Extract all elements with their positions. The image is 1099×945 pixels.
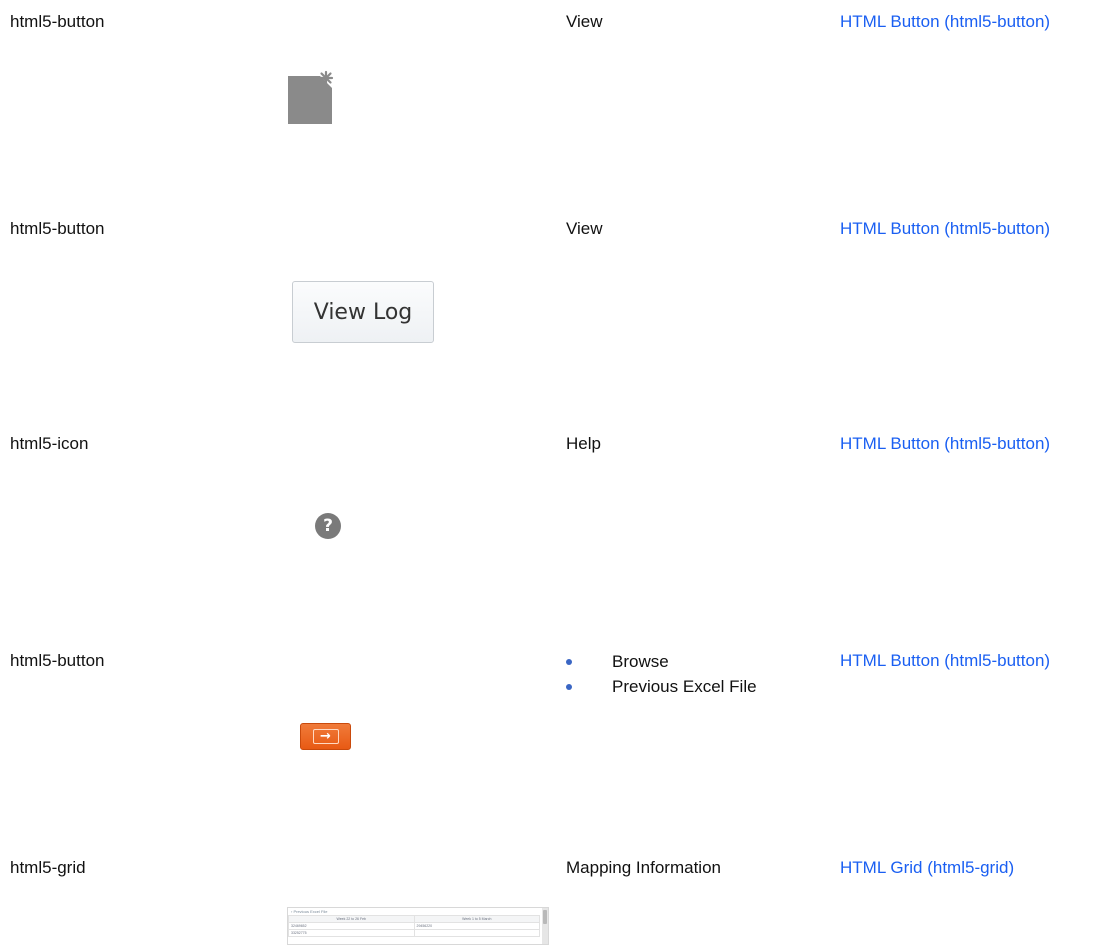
grid-header-row: Week 22 to 26 Feb Week 1 to 5 March xyxy=(288,915,540,923)
component-type: html5-icon xyxy=(10,434,89,453)
component-doc-link[interactable]: HTML Button (html5-button) xyxy=(840,651,1090,671)
component-type: html5-button xyxy=(10,651,105,670)
component-doc-link[interactable]: HTML Button (html5-button) xyxy=(840,219,1090,239)
grid-title: › Previous Excel File xyxy=(291,909,328,914)
list-item-label: Previous Excel File xyxy=(612,677,757,696)
component-doc-link[interactable]: HTML Button (html5-button) xyxy=(840,12,1090,32)
component-type: html5-button xyxy=(10,219,105,238)
grid-cell: 29456220 xyxy=(413,922,540,930)
component-type: html5-grid xyxy=(10,858,86,877)
component-caption: View xyxy=(566,219,603,238)
caption-list: Browse Previous Excel File xyxy=(566,649,757,699)
grid-cell: 32469652 xyxy=(288,922,415,930)
view-log-button[interactable]: View Log xyxy=(292,281,434,343)
scrollbar-thumb[interactable] xyxy=(543,910,547,924)
grid-preview: › Previous Excel File Week 22 to 26 Feb … xyxy=(287,907,549,945)
grid-row: 33252775 xyxy=(288,929,540,937)
bullet-icon xyxy=(566,659,572,665)
grid-scrollbar[interactable] xyxy=(542,908,548,944)
list-item: Browse xyxy=(566,649,757,674)
component-doc-link[interactable]: HTML Grid (html5-grid) xyxy=(840,858,1090,878)
grid-row: 32469652 29456220 xyxy=(288,922,540,930)
file-icon xyxy=(288,70,334,124)
component-caption: View xyxy=(566,12,603,31)
component-type: html5-button xyxy=(10,12,105,31)
list-item-label: Browse xyxy=(612,652,669,671)
grid-table: Week 22 to 26 Feb Week 1 to 5 March 3246… xyxy=(288,915,540,937)
component-doc-link[interactable]: HTML Button (html5-button) xyxy=(840,434,1090,454)
list-item: Previous Excel File xyxy=(566,674,757,699)
grid-cell xyxy=(413,929,540,937)
component-caption: Mapping Information xyxy=(566,858,721,877)
bullet-icon xyxy=(566,684,572,690)
help-icon[interactable]: ? xyxy=(315,513,341,539)
arrow-right-icon: → xyxy=(312,729,339,744)
component-caption: Help xyxy=(566,434,601,453)
arrow-right-button[interactable]: → xyxy=(300,723,351,750)
grid-cell: 33252775 xyxy=(288,929,415,937)
component-reference-table: html5-button View HTML Button (html5-but… xyxy=(0,0,1099,945)
grid-header-cell: Week 1 to 5 March xyxy=(413,915,540,923)
grid-header-cell: Week 22 to 26 Feb xyxy=(288,915,415,923)
